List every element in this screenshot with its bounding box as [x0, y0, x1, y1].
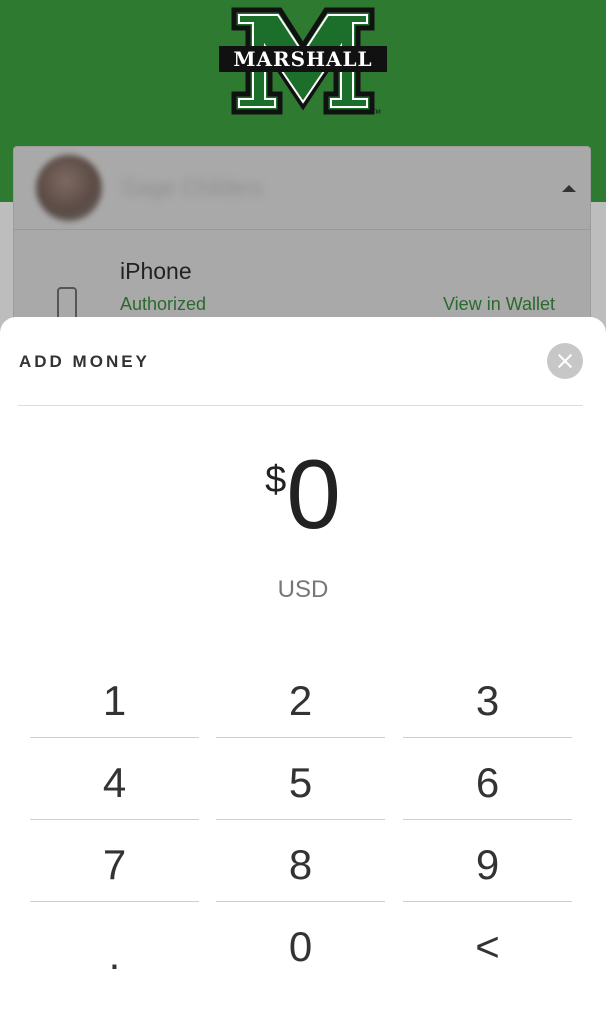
- key-4[interactable]: 4: [30, 739, 199, 820]
- avatar: [36, 155, 102, 221]
- marshall-logo: MARSHALL TM: [218, 6, 388, 116]
- key-9[interactable]: 9: [403, 821, 572, 902]
- backspace-key[interactable]: <: [403, 903, 572, 983]
- add-money-sheet: ADD MONEY $0 USD 1 2 3 4 5 6 7 8 9 . 0 <: [0, 317, 606, 1024]
- account-header[interactable]: Gage Childers: [14, 147, 590, 230]
- key-1[interactable]: 1: [30, 657, 199, 738]
- amount-value: 0: [286, 439, 341, 549]
- key-2[interactable]: 2: [216, 657, 385, 738]
- view-in-wallet-link[interactable]: View in Wallet: [443, 294, 555, 315]
- phone-icon: [57, 287, 77, 321]
- sheet-title: ADD MONEY: [19, 352, 150, 371]
- device-status: Authorized: [120, 294, 207, 314]
- account-card: Gage Childers iPhone Authorized View in …: [13, 146, 591, 338]
- amount-display: $0: [0, 445, 606, 543]
- key-decimal[interactable]: .: [30, 903, 199, 983]
- screen: MARSHALL TM Gage Childers iPhone Authori…: [0, 0, 606, 1024]
- currency-code: USD: [277, 576, 329, 603]
- svg-text:TM: TM: [371, 109, 381, 116]
- account-name: Gage Childers: [122, 175, 263, 200]
- svg-text:MARSHALL: MARSHALL: [233, 47, 372, 71]
- key-0[interactable]: 0: [216, 903, 385, 983]
- key-3[interactable]: 3: [403, 657, 572, 738]
- divider: [18, 405, 583, 406]
- close-icon[interactable]: [547, 343, 583, 379]
- key-6[interactable]: 6: [403, 739, 572, 820]
- currency-symbol: $: [265, 459, 287, 501]
- key-8[interactable]: 8: [216, 821, 385, 902]
- chevron-up-icon[interactable]: [562, 185, 576, 192]
- device-name: iPhone: [120, 258, 192, 284]
- key-5[interactable]: 5: [216, 739, 385, 820]
- key-7[interactable]: 7: [30, 821, 199, 902]
